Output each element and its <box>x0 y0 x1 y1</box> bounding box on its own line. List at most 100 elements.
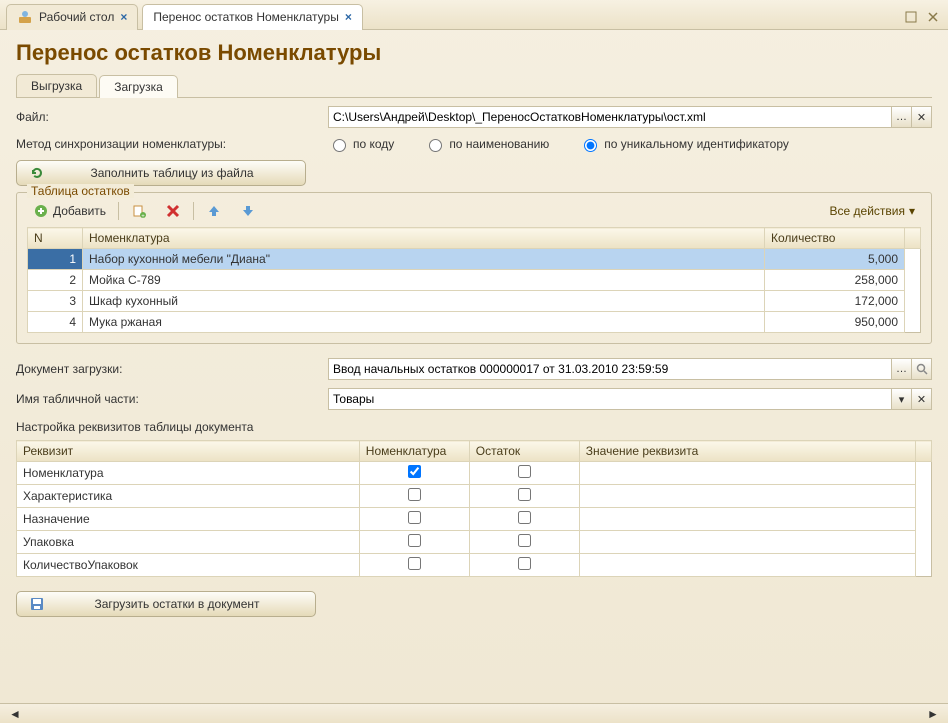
desktop-icon <box>17 9 33 25</box>
col-qty[interactable]: Количество <box>765 228 905 249</box>
copy-button[interactable]: + <box>125 201 153 221</box>
cell-qty: 172,000 <box>765 291 905 312</box>
legend: Таблица остатков <box>27 184 134 198</box>
cell-req: КоличествоУпаковок <box>17 554 360 577</box>
close-icon[interactable]: × <box>345 10 352 24</box>
file-clear-button[interactable]: ✕ <box>912 106 932 128</box>
radio-by-uid[interactable]: по уникальному идентификатору <box>579 136 789 152</box>
cell-nomen: Мука ржаная <box>83 312 765 333</box>
cell-n: 2 <box>28 270 83 291</box>
close-icon[interactable]: × <box>120 10 127 24</box>
sync-label: Метод синхронизации номенклатуры: <box>16 137 328 151</box>
sub-tabs: Выгрузка Загрузка <box>0 74 948 97</box>
checkbox-nomen[interactable] <box>408 465 421 478</box>
doc-browse-button[interactable]: … <box>892 358 912 380</box>
checkbox-rest[interactable] <box>518 534 531 547</box>
delete-button[interactable] <box>159 201 187 221</box>
statusbar: ◄ ► <box>0 703 948 723</box>
table-row[interactable]: Упаковка <box>17 531 932 554</box>
col-req-val[interactable]: Значение реквизита <box>579 441 915 462</box>
cell-qty: 5,000 <box>765 249 905 270</box>
checkbox-rest[interactable] <box>518 488 531 501</box>
tabpart-input[interactable] <box>328 388 892 410</box>
doc-input[interactable] <box>328 358 892 380</box>
cell-n: 1 <box>28 249 83 270</box>
dropdown-icon: ▾ <box>909 204 915 218</box>
app-tab-transfer[interactable]: Перенос остатков Номенклатуры × <box>142 4 363 30</box>
table-row[interactable]: 3Шкаф кухонный172,000 <box>28 291 921 312</box>
table-row[interactable]: 1Набор кухонной мебели "Диана"5,000 <box>28 249 921 270</box>
save-icon <box>29 596 45 612</box>
col-req-rest[interactable]: Остаток <box>469 441 579 462</box>
tabpart-dropdown-button[interactable]: ▾ <box>892 388 912 410</box>
window-restore-icon[interactable] <box>902 8 920 26</box>
cell-val <box>579 508 915 531</box>
requisites-table: Реквизит Номенклатура Остаток Значение р… <box>16 440 932 577</box>
checkbox-nomen[interactable] <box>408 557 421 570</box>
cell-val <box>579 531 915 554</box>
app-tab-label: Рабочий стол <box>39 10 114 24</box>
tabpart-clear-button[interactable]: ✕ <box>912 388 932 410</box>
radio-by-code[interactable]: по коду <box>328 136 394 152</box>
cell-qty: 258,000 <box>765 270 905 291</box>
table-toolbar: Добавить + Все действия ▾ <box>27 201 921 221</box>
checkbox-rest[interactable] <box>518 465 531 478</box>
table-row[interactable]: Номенклатура <box>17 462 932 485</box>
tab-import[interactable]: Загрузка <box>99 75 178 98</box>
page-title: Перенос остатков Номенклатуры <box>0 30 948 74</box>
table-row[interactable]: Назначение <box>17 508 932 531</box>
cell-val <box>579 554 915 577</box>
doc-open-button[interactable] <box>912 358 932 380</box>
app-tab-desktop[interactable]: Рабочий стол × <box>6 4 138 30</box>
req-label: Настройка реквизитов таблицы документа <box>16 420 932 434</box>
cell-val <box>579 462 915 485</box>
window-close-icon[interactable] <box>924 8 942 26</box>
scrollbar[interactable] <box>905 228 921 249</box>
checkbox-nomen[interactable] <box>408 511 421 524</box>
file-label: Файл: <box>16 110 328 124</box>
all-actions-link[interactable]: Все действия ▾ <box>824 202 922 220</box>
col-req-nomen[interactable]: Номенклатура <box>359 441 469 462</box>
file-browse-button[interactable]: … <box>892 106 912 128</box>
checkbox-nomen[interactable] <box>408 488 421 501</box>
fill-table-button[interactable]: Заполнить таблицу из файла <box>16 160 306 186</box>
cell-req: Номенклатура <box>17 462 360 485</box>
nav-left-icon[interactable]: ◄ <box>6 705 24 723</box>
cell-val <box>579 485 915 508</box>
refresh-icon <box>29 165 45 181</box>
tabpart-label: Имя табличной части: <box>16 392 328 406</box>
col-req[interactable]: Реквизит <box>17 441 360 462</box>
balances-table: N Номенклатура Количество 1Набор кухонно… <box>27 227 921 333</box>
move-down-button[interactable] <box>234 201 262 221</box>
checkbox-nomen[interactable] <box>408 534 421 547</box>
scrollbar[interactable] <box>916 441 932 462</box>
table-row[interactable]: КоличествоУпаковок <box>17 554 932 577</box>
col-nomen[interactable]: Номенклатура <box>83 228 765 249</box>
balances-fieldset: Таблица остатков Добавить + Все дейс <box>16 192 932 344</box>
doc-label: Документ загрузки: <box>16 362 328 376</box>
table-row[interactable]: 4Мука ржаная950,000 <box>28 312 921 333</box>
cell-nomen: Набор кухонной мебели "Диана" <box>83 249 765 270</box>
radio-by-name[interactable]: по наименованию <box>424 136 549 152</box>
tab-export[interactable]: Выгрузка <box>16 74 97 97</box>
cell-qty: 950,000 <box>765 312 905 333</box>
file-input[interactable] <box>328 106 892 128</box>
move-up-button[interactable] <box>200 201 228 221</box>
cell-req: Назначение <box>17 508 360 531</box>
add-button[interactable]: Добавить <box>27 201 112 221</box>
nav-right-icon[interactable]: ► <box>924 705 942 723</box>
cell-n: 4 <box>28 312 83 333</box>
cell-req: Упаковка <box>17 531 360 554</box>
cell-req: Характеристика <box>17 485 360 508</box>
col-n[interactable]: N <box>28 228 83 249</box>
checkbox-rest[interactable] <box>518 511 531 524</box>
cell-nomen: Мойка С-789 <box>83 270 765 291</box>
table-row[interactable]: 2Мойка С-789258,000 <box>28 270 921 291</box>
app-tab-label: Перенос остатков Номенклатуры <box>153 10 338 24</box>
cell-nomen: Шкаф кухонный <box>83 291 765 312</box>
load-button[interactable]: Загрузить остатки в документ <box>16 591 316 617</box>
cell-n: 3 <box>28 291 83 312</box>
table-row[interactable]: Характеристика <box>17 485 932 508</box>
app-tabs: Рабочий стол × Перенос остатков Номенкла… <box>0 0 948 30</box>
checkbox-rest[interactable] <box>518 557 531 570</box>
